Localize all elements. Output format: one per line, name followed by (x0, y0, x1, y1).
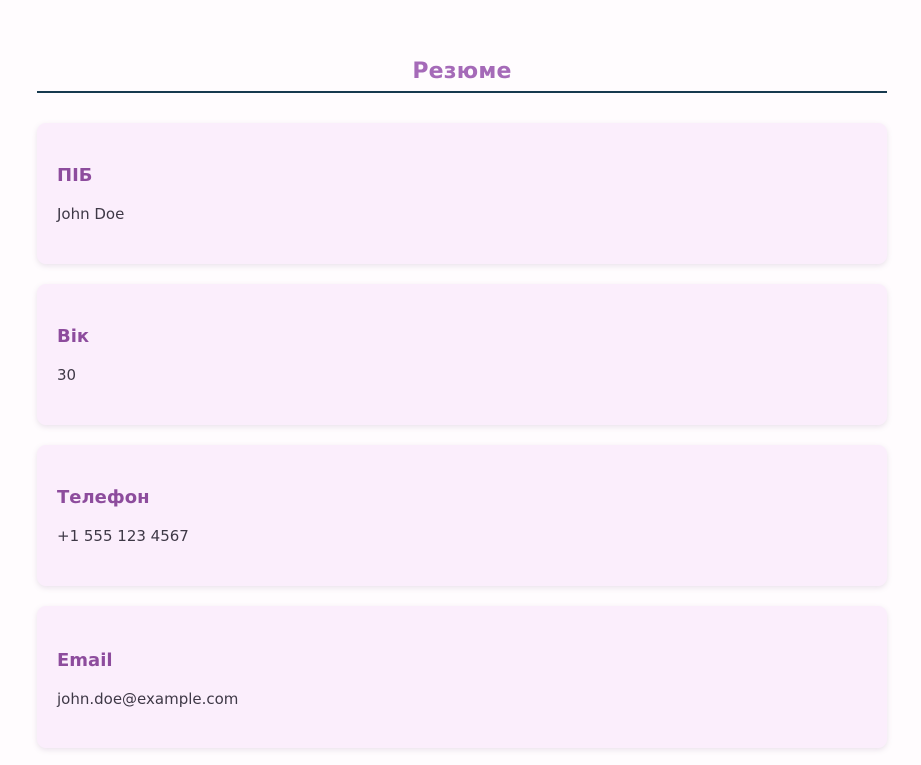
age-label: Вік (57, 326, 90, 347)
page-title: Резюме (412, 59, 512, 84)
phone-label: Телефон (57, 487, 150, 508)
page-header: Резюме (37, 58, 887, 93)
email-value: john.doe@example.com (57, 690, 239, 708)
email-card: Email john.doe@example.com (37, 606, 887, 748)
email-label: Email (57, 650, 113, 671)
full-name-value: John Doe (57, 205, 125, 223)
age-card: Вік 30 (37, 284, 887, 425)
resume-card-list: ПІБ John Doe Вік 30 Телефон +1 555 123 4… (37, 123, 887, 748)
phone-value: +1 555 123 4567 (57, 527, 189, 545)
full-name-label: ПІБ (57, 165, 93, 186)
age-value: 30 (57, 366, 77, 384)
resume-page: Резюме ПІБ John Doe Вік 30 Телефон +1 55… (0, 0, 921, 765)
full-name-card: ПІБ John Doe (37, 123, 887, 264)
phone-card: Телефон +1 555 123 4567 (37, 445, 887, 586)
